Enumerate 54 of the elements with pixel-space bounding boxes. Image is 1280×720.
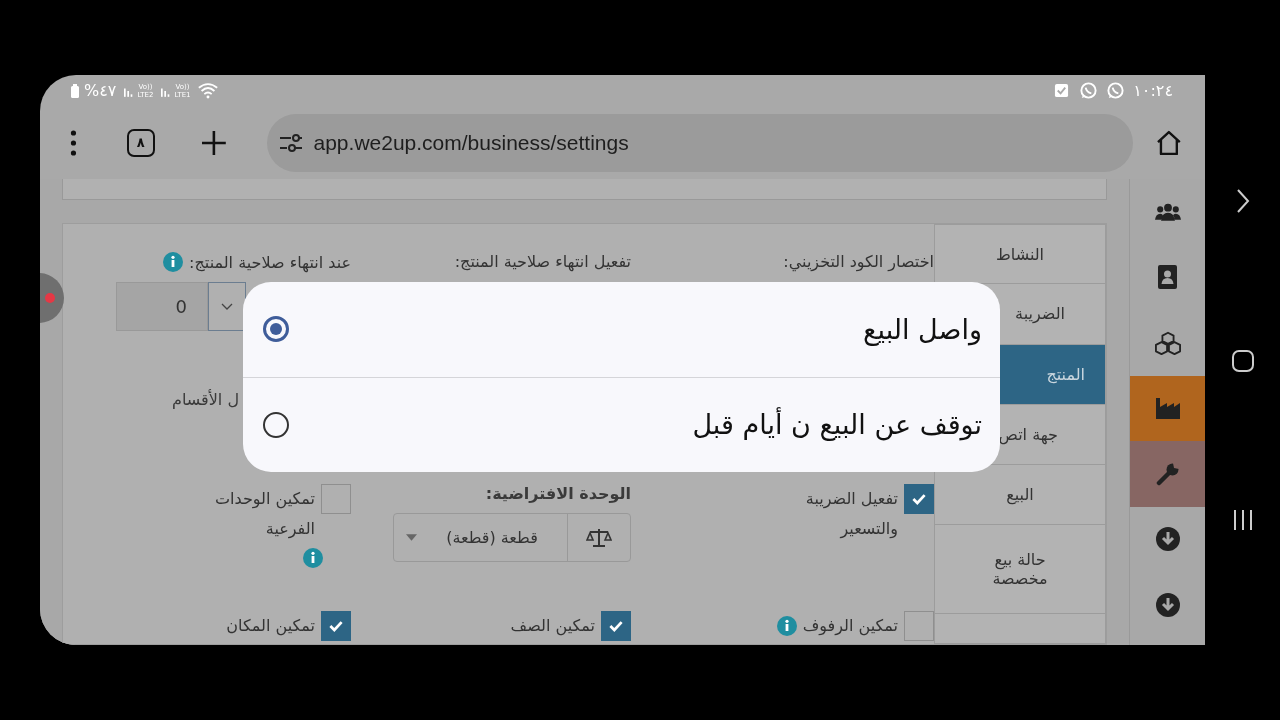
address-bar[interactable]: app.we2up.com/business/settings — [266, 113, 1134, 172]
dropdown-button[interactable] — [208, 282, 246, 331]
checkbox[interactable] — [321, 484, 351, 514]
info-icon[interactable] — [303, 548, 323, 568]
checkbox-notification-icon — [1054, 83, 1070, 99]
home-icon[interactable] — [1155, 128, 1183, 157]
radio-button[interactable] — [263, 411, 289, 438]
checkbox-label: تمكين الصف — [510, 615, 595, 638]
wrench-icon — [1154, 461, 1181, 486]
info-icon[interactable] — [776, 616, 797, 636]
scale-icon — [586, 526, 612, 549]
chat-icon — [1079, 81, 1099, 101]
url-text: app.we2up.com/business/settings — [313, 130, 629, 155]
dialog-option[interactable]: واصل البيع — [243, 282, 1000, 378]
tab-count-button[interactable]: ٨ — [126, 128, 155, 157]
settings-tab[interactable]: النشاط — [934, 224, 1106, 285]
caret-icon — [221, 302, 233, 311]
checkbox-label: تمكين الرفوف — [802, 615, 898, 638]
field-label: تفعيل انتهاء صلاحية المنتج: — [454, 252, 631, 271]
field-label: الوحدة الافتراضية: — [485, 484, 631, 503]
unit-dropdown[interactable]: قطعة (قطعة) — [393, 513, 631, 562]
checkbox[interactable] — [904, 611, 934, 641]
settings-tab[interactable]: البيع — [934, 465, 1106, 526]
number-input[interactable]: 0 — [116, 282, 208, 331]
radio-button[interactable] — [263, 316, 289, 343]
download-icon — [1154, 592, 1181, 617]
info-icon[interactable] — [163, 252, 184, 272]
cubes-icon — [1154, 330, 1181, 355]
field-label: ل الأقسام — [172, 390, 239, 409]
chat-icon — [1106, 81, 1126, 101]
checkbox[interactable] — [601, 611, 631, 641]
settings-tab[interactable]: حالة بيع مخصصة — [934, 525, 1106, 615]
checkbox-label: تمكين الوحدات الفرعية — [214, 488, 315, 541]
wifi-icon — [196, 82, 219, 100]
caret-icon — [406, 534, 417, 541]
home-button-icon[interactable] — [1231, 349, 1255, 373]
checkbox[interactable] — [321, 611, 351, 641]
recent-apps-icon[interactable] — [1231, 508, 1255, 532]
sidebar-item[interactable] — [1130, 375, 1205, 441]
battery-level: %٤٧ — [84, 81, 117, 101]
checkbox-label: تمكين المكان — [226, 615, 315, 638]
chevron-icon[interactable] — [1236, 188, 1250, 214]
field-label: اختصار الكود التخزيني: — [783, 252, 934, 271]
plus-icon[interactable] — [200, 129, 227, 156]
checkbox-label: تفعيل الضريبة والتسعير — [804, 488, 898, 541]
sidebar-item[interactable] — [1130, 441, 1205, 507]
menu-icon[interactable] — [70, 129, 77, 156]
checkbox[interactable] — [904, 484, 934, 514]
clock: ١٠:٢٤ — [1133, 81, 1173, 101]
download-icon — [1154, 527, 1181, 552]
site-settings-icon[interactable] — [278, 132, 303, 153]
field-label: عند انتهاء صلاحية المنتج: — [189, 252, 351, 272]
factory-icon — [1154, 396, 1181, 421]
battery-icon — [70, 83, 80, 98]
